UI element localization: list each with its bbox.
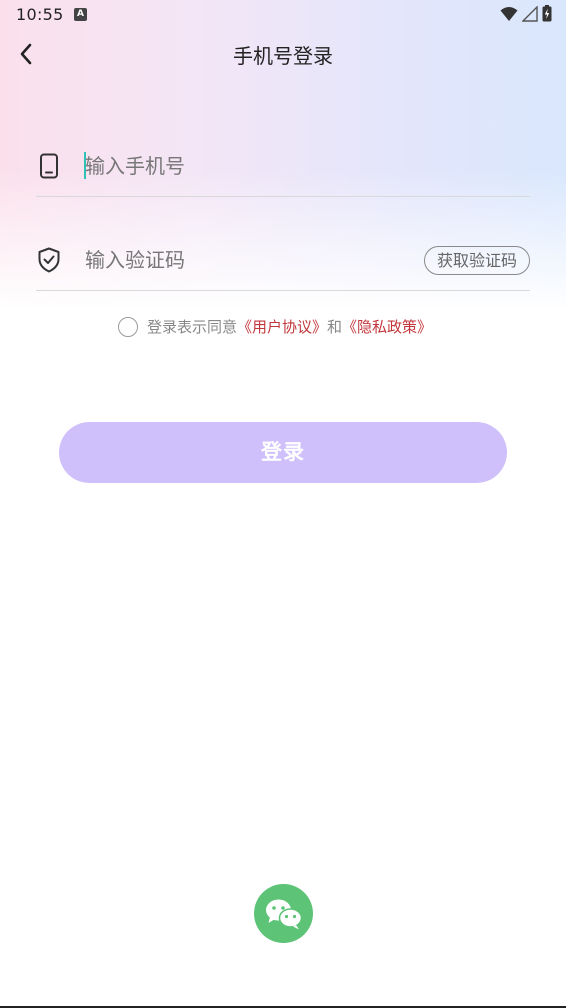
phone-field (36, 136, 530, 197)
status-bar: 10:55 A (0, 0, 566, 30)
agreement-checkbox[interactable] (118, 316, 138, 337)
verification-code-input[interactable] (85, 244, 405, 276)
agreement-prefix: 登录表示同意 (147, 318, 238, 336)
notification-app-icon: A (74, 8, 87, 21)
login-button[interactable]: 登录 (59, 422, 507, 483)
phone-input[interactable] (85, 150, 405, 182)
wechat-icon (265, 899, 302, 929)
user-agreement-link[interactable]: 《用户协议》 (237, 316, 327, 337)
verification-code-field: 获取验证码 (36, 230, 530, 291)
get-code-button[interactable]: 获取验证码 (423, 246, 530, 275)
status-icons (500, 5, 552, 22)
top-navigation: 手机号登录 (0, 30, 566, 78)
wifi-icon (500, 6, 518, 21)
signal-icon (522, 5, 538, 22)
privacy-policy-link[interactable]: 《隐私政策》 (342, 316, 432, 337)
battery-icon (542, 5, 552, 22)
page-title: 手机号登录 (233, 44, 333, 68)
agreement-row: 登录表示同意 《用户协议》 和 《隐私政策》 (118, 316, 432, 337)
shield-check-icon (36, 246, 62, 274)
wechat-login-button[interactable] (254, 884, 313, 943)
status-time: 10:55 (16, 5, 64, 24)
phone-icon (36, 152, 62, 180)
agreement-and: 和 (327, 318, 343, 336)
